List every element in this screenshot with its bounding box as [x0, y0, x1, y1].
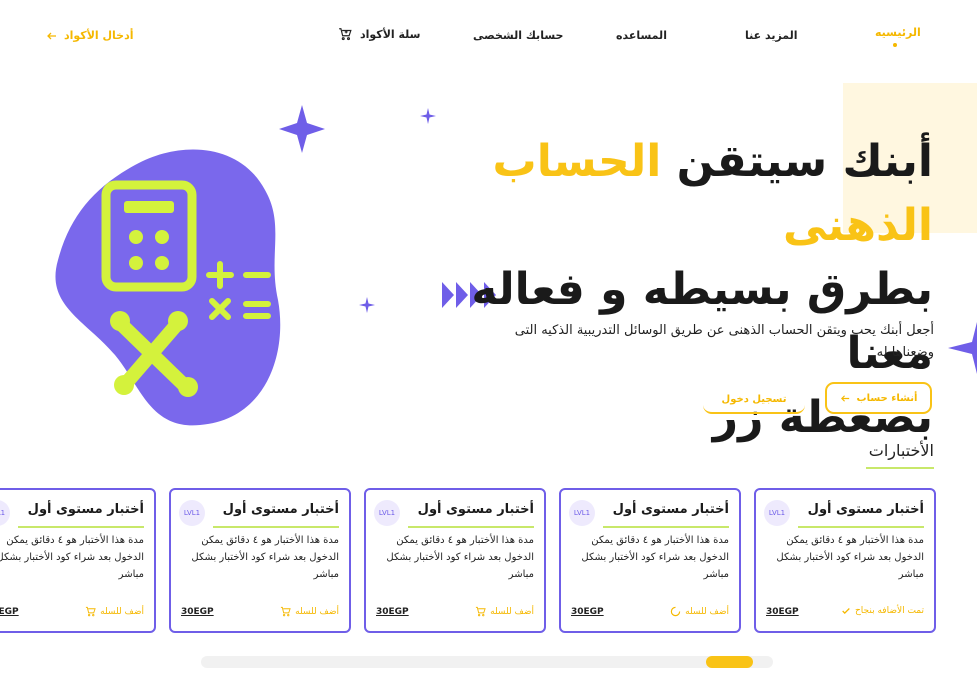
test-card-price: 30EGP — [0, 607, 19, 617]
test-card-description: مدة هذا الأختبار هو ٤ دقائق يمكن الدخول … — [191, 535, 339, 580]
active-indicator — [893, 43, 897, 47]
test-card[interactable]: أختبار مستوى أول LVL1 مدة هذا الأختبار هو … — [754, 488, 936, 633]
add-to-cart-button[interactable]: أضف للسله — [475, 606, 534, 617]
headline-text: أبنك سيتقن — [661, 136, 933, 187]
test-card[interactable]: أختبار مستوى أول LVL1 مدة هذا الأختبار هو … — [559, 488, 741, 633]
add-cart-icon — [281, 606, 291, 617]
check-icon — [842, 608, 850, 614]
signup-label: أنشاء حساب — [856, 392, 918, 404]
test-card-description: مدة هذا الأختبار هو ٤ دقائق يمكن الدخول … — [776, 535, 924, 580]
add-cart-icon — [476, 606, 486, 617]
add-to-cart-label: أضف للسله — [490, 606, 534, 617]
sparkle-icon — [279, 105, 325, 153]
login-label: تسجيل دخول — [721, 393, 787, 405]
add-to-cart-label: أضف للسله — [295, 606, 339, 617]
add-to-cart-button[interactable]: أضف للسله — [85, 606, 144, 617]
add-to-cart-button[interactable]: أضف للسله — [670, 606, 729, 617]
nav-cart-label: سلة الأكواد — [360, 27, 421, 41]
calculator-illustration — [55, 105, 325, 426]
tests-title-underline — [866, 467, 934, 469]
add-to-cart-label: أضف للسله — [685, 606, 729, 617]
test-card-divider — [18, 526, 144, 528]
sparkle-small-icon — [420, 108, 436, 124]
test-card-title: أختبار مستوى أول — [807, 502, 924, 517]
test-card-title: أختبار مستوى أول — [612, 502, 729, 517]
test-card-title: أختبار مستوى أول — [417, 502, 534, 517]
level-badge: LVL1 — [0, 500, 10, 526]
add-to-cart-label: أضف للسله — [100, 606, 144, 617]
nav-account[interactable]: حسابك الشخصى — [473, 29, 563, 42]
headline-line-1: أبنك سيتقن الحساب الذهنى — [373, 130, 933, 258]
arrow-left-icon — [47, 32, 56, 39]
login-button[interactable]: تسجيل دخول — [703, 386, 805, 414]
nav-cart[interactable]: سلة الأكواد — [338, 27, 420, 41]
test-card-price: 30EGP — [181, 607, 214, 617]
add-to-cart-button[interactable]: تمت الأضافه بنجاح — [841, 606, 924, 616]
test-card-description: مدة هذا الأختبار هو ٤ دقائق يمكن الدخول … — [0, 535, 144, 580]
test-card-divider — [798, 526, 924, 528]
test-card-divider — [603, 526, 729, 528]
signup-button[interactable]: أنشاء حساب — [825, 382, 932, 414]
nav-home[interactable]: الرئيسيه — [875, 26, 921, 39]
loading-spinner-icon — [670, 606, 681, 617]
carousel-scroll-track[interactable] — [201, 656, 773, 668]
cart-icon — [339, 28, 352, 41]
level-badge: LVL1 — [764, 500, 790, 526]
test-card-title: أختبار مستوى أول — [222, 502, 339, 517]
add-to-cart-label: تمت الأضافه بنجاح — [855, 606, 924, 616]
test-card[interactable]: أختبار مستوى أول LVL1 مدة هذا الأختبار هو … — [169, 488, 351, 633]
nav-help[interactable]: المساعده — [616, 29, 667, 42]
test-card-description: مدة هذا الأختبار هو ٤ دقائق يمكن الدخول … — [581, 535, 729, 580]
tests-section-title: الأختبارات — [868, 441, 934, 460]
arrow-left-icon — [840, 394, 849, 402]
enter-codes-link[interactable]: أدخال الأكواد — [46, 29, 134, 42]
test-card-divider — [408, 526, 534, 528]
sparkle-edge-icon — [948, 322, 977, 374]
test-card-title: أختبار مستوى أول — [27, 502, 144, 517]
nav-about[interactable]: المزيد عنا — [745, 29, 798, 42]
enter-codes-label: أدخال الأكواد — [64, 29, 134, 42]
test-card[interactable]: أختبار مستوى أول LVL1 مدة هذا الأختبار هو … — [0, 488, 156, 633]
test-card-price: 30EGP — [571, 607, 604, 617]
test-card-description: مدة هذا الأختبار هو ٤ دقائق يمكن الدخول … — [386, 535, 534, 580]
hero-subtitle: أجعل أبنك يحب ويتقن الحساب الذهنى عن طري… — [514, 323, 934, 360]
level-badge: LVL1 — [374, 500, 400, 526]
level-badge: LVL1 — [569, 500, 595, 526]
level-badge: LVL1 — [179, 500, 205, 526]
test-card-price: 30EGP — [766, 607, 799, 617]
add-to-cart-button[interactable]: أضف للسله — [280, 606, 339, 617]
test-card-price: 30EGP — [376, 607, 409, 617]
test-card-divider — [213, 526, 339, 528]
carousel-scroll-thumb[interactable] — [706, 656, 753, 668]
test-card[interactable]: أختبار مستوى أول LVL1 مدة هذا الأختبار هو … — [364, 488, 546, 633]
add-cart-icon — [86, 606, 96, 617]
